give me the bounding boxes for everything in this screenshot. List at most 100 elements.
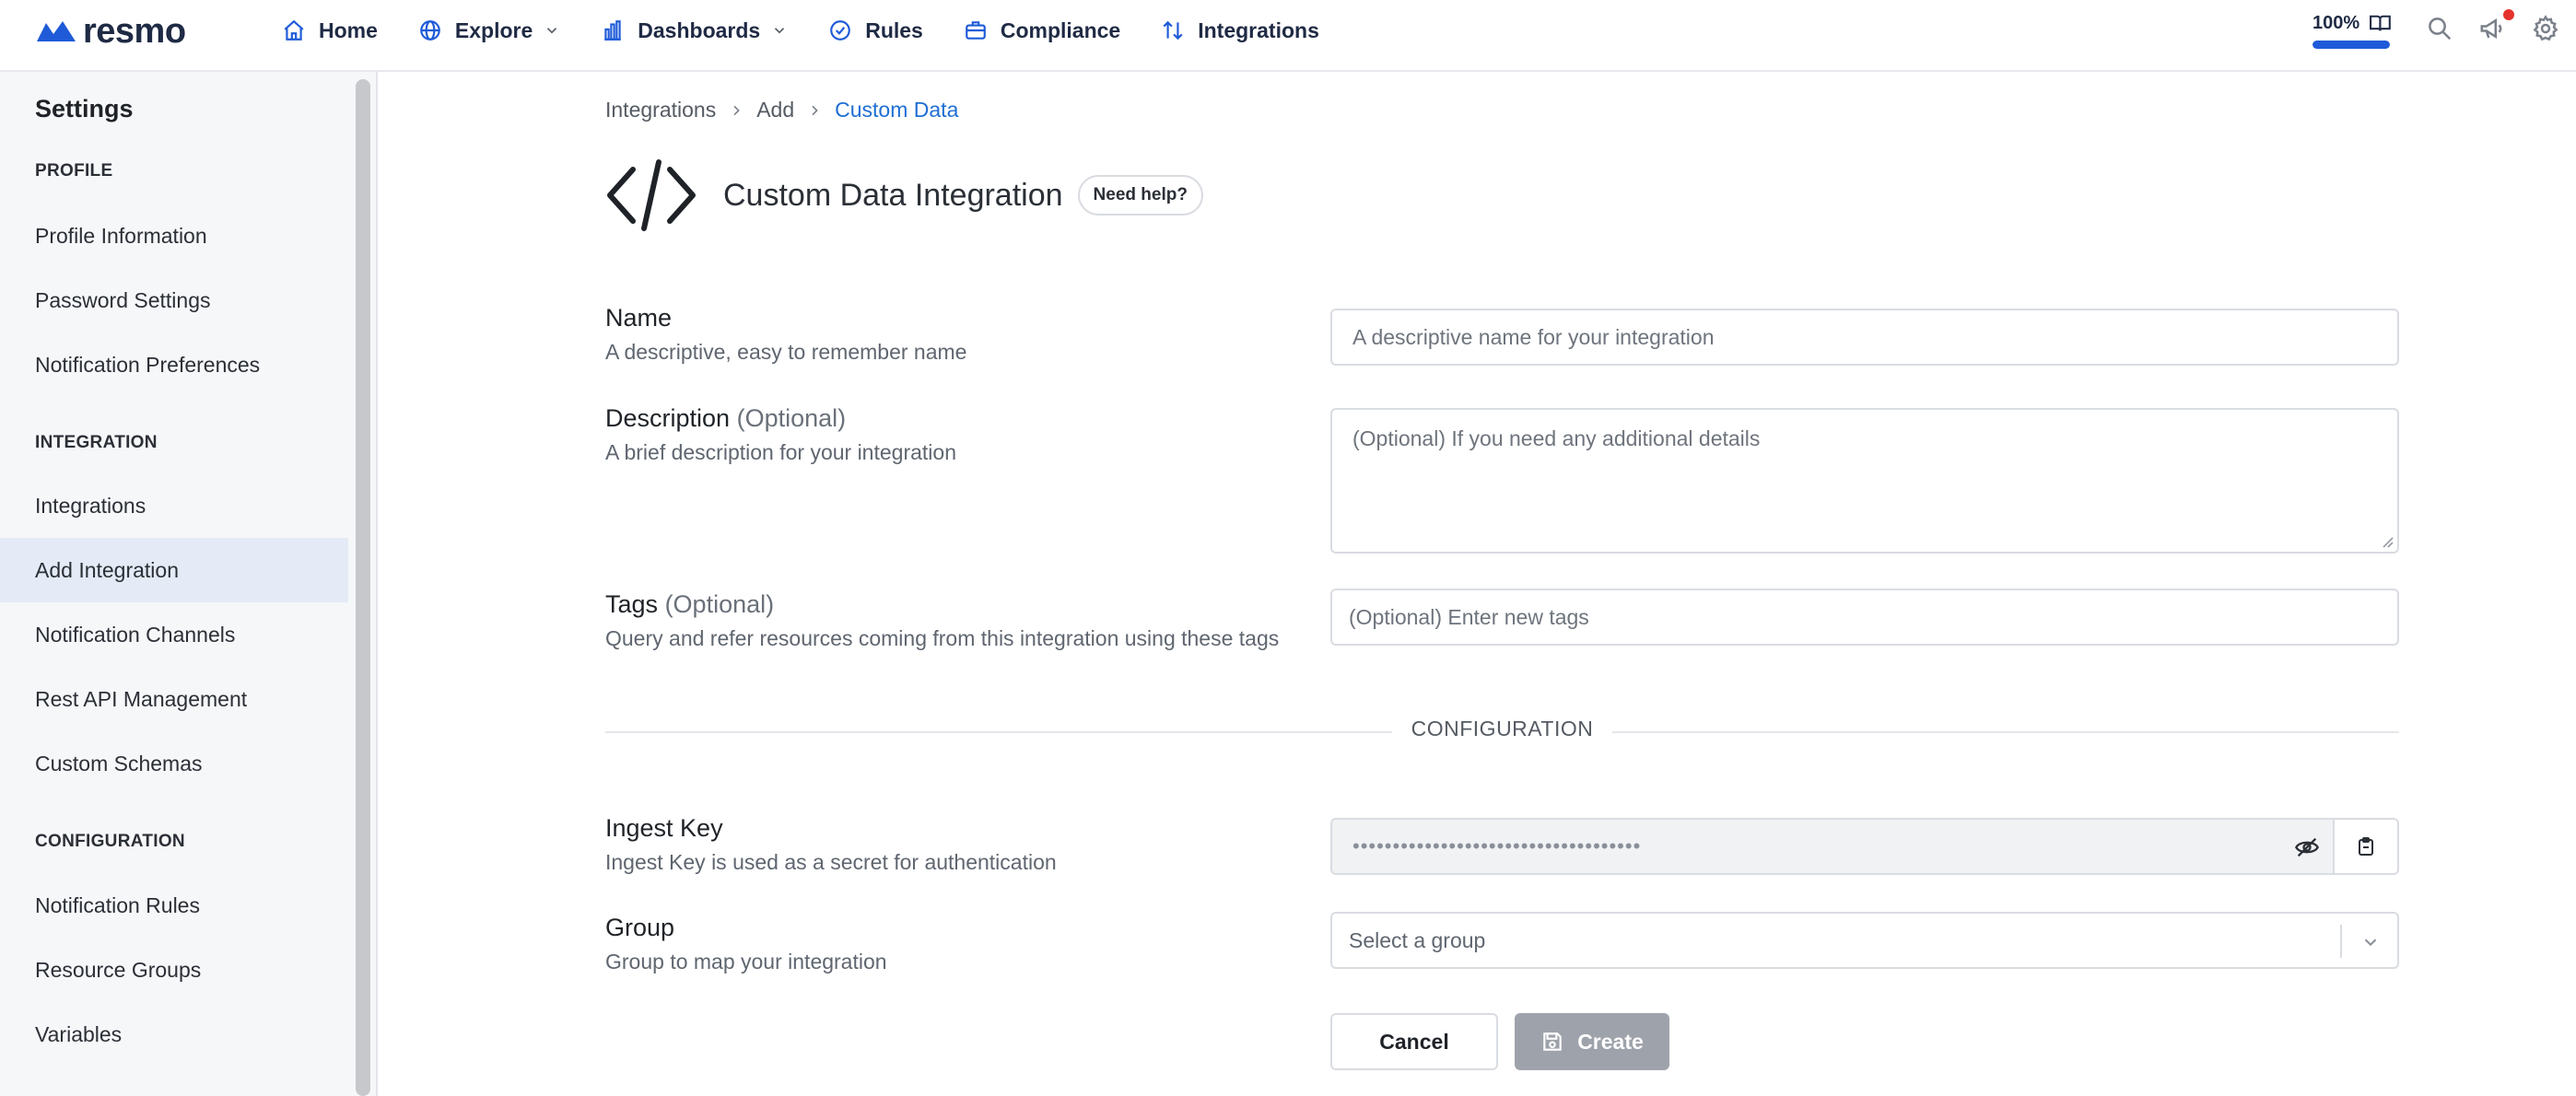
create-label: Create [1577,1029,1644,1054]
breadcrumb: Integrations Add Custom Data [605,98,958,122]
tags-input[interactable]: (Optional) Enter new tags [1330,589,2399,646]
nav-integrations-label: Integrations [1198,17,1319,42]
nav-explore-label: Explore [454,17,533,42]
description-optional: (Optional) [736,404,847,432]
breadcrumb-custom-data: Custom Data [835,98,959,122]
sidebar-item-notification-channels[interactable]: Notification Channels [0,602,348,667]
cancel-button[interactable]: Cancel [1330,1013,1498,1070]
description-description: A brief description for your integration [605,440,956,464]
description-placeholder: (Optional) If you need any additional de… [1352,426,1761,450]
usage-bar-fill [2313,41,2390,49]
nav-dashboards[interactable]: Dashboards [601,18,788,43]
search-icon[interactable] [2426,15,2453,42]
chevron-right-icon [733,105,741,115]
usage-bar [2313,41,2390,49]
page-title: Custom Data Integration [723,177,1063,213]
description-field-label-group: Description (Optional) A brief descripti… [605,404,956,465]
resmo-logo[interactable]: resmo [35,13,186,50]
sidebar-item-rest-api-management[interactable]: Rest API Management [0,667,348,731]
sidebar-title: Settings [35,95,134,122]
top-navigation-bar: resmo Home Explore Dashboards Rules Comp… [0,0,2576,72]
notification-dot [2503,9,2514,20]
tags-optional: (Optional) [664,590,775,618]
configuration-heading: CONFIGURATION [1411,717,1594,740]
nav-home-label: Home [319,17,378,42]
tags-label: Tags [605,590,659,618]
sidebar-item-custom-schemas[interactable]: Custom Schemas [0,731,348,796]
nav-explore[interactable]: Explore [418,18,560,43]
name-label: Name [605,304,673,332]
chevron-right-icon [812,105,818,115]
sidebar-item-integrations[interactable]: Integrations [0,473,348,538]
chevron-down-icon [547,28,557,34]
group-select[interactable]: Select a group [1330,912,2399,969]
megaphone-icon[interactable] [2478,15,2506,42]
sidebar-item-profile-information[interactable]: Profile Information [0,204,348,268]
briefcase-icon [966,21,986,40]
group-label: Group [605,914,675,941]
section-divider-left [605,731,1392,733]
sidebar-item-password-settings[interactable]: Password Settings [0,268,348,332]
description-label: Description [605,404,731,432]
group-label-group: Group Group to map your integration [605,914,887,974]
save-icon [1543,1032,1562,1051]
usage-percent: 100% [2313,12,2360,33]
description-textarea[interactable]: (Optional) If you need any additional de… [1330,408,2399,554]
nav-rules[interactable]: Rules [828,18,923,43]
code-icon [607,159,696,231]
sidebar-item-notification-rules[interactable]: Notification Rules [0,873,348,938]
tags-field-label-group: Tags (Optional) Query and refer resource… [605,590,1279,651]
nav-home[interactable]: Home [282,18,378,43]
sidebar-item-variables[interactable]: Variables [0,1002,348,1067]
arrows-swap-icon [1163,20,1183,41]
chevron-down-icon [2364,939,2377,947]
ingest-key-input[interactable]: •••••••••••••••••••••••••••••••••••• [1330,818,2333,875]
ingest-key-field: •••••••••••••••••••••••••••••••••••• [1330,818,2399,875]
book-icon [2370,15,2391,31]
resmo-logo-mark [37,21,76,41]
sidebar-section-configuration: CONFIGURATION [35,832,185,851]
sidebar-item-resource-groups[interactable]: Resource Groups [0,938,348,1002]
settings-sidebar: Settings PROFILE Profile Information Pas… [0,72,378,1096]
description-label-row: Description (Optional) [605,404,956,433]
ingest-key-description: Ingest Key is used as a secret for authe… [605,850,1057,874]
nav-rules-label: Rules [865,17,923,42]
sidebar-scrollbar[interactable] [356,79,370,1096]
check-circle-icon [830,20,851,41]
nav-compliance-label: Compliance [1000,17,1121,42]
group-description: Group to map your integration [605,950,887,974]
create-button[interactable]: Create [1515,1013,1669,1070]
sidebar-section-profile: PROFILE [35,161,113,181]
breadcrumb-integrations[interactable]: Integrations [605,98,716,122]
breadcrumb-add[interactable]: Add [756,98,794,122]
globe-icon [420,20,440,41]
name-description: A descriptive, easy to remember name [605,340,967,364]
main-nav: Home Explore Dashboards Rules Compliance… [282,13,1360,48]
sidebar-section-integration: INTEGRATION [35,433,158,452]
usage-meter[interactable]: 100% [2313,11,2392,49]
group-select-placeholder: Select a group [1349,927,1486,952]
tags-label-row: Tags (Optional) [605,590,1279,619]
select-separator [2340,925,2342,958]
ingest-key-label: Ingest Key [605,814,723,842]
gear-icon[interactable] [2532,15,2559,42]
sidebar-item-notification-preferences[interactable]: Notification Preferences [0,332,348,397]
chevron-down-icon [775,28,785,34]
clipboard-icon [2359,837,2373,856]
page-header: Custom Data Integration Need help? [605,158,1203,232]
nav-integrations[interactable]: Integrations [1161,18,1319,43]
nav-dashboards-label: Dashboards [638,17,761,42]
need-help-button[interactable]: Need help? [1077,175,1203,216]
name-input[interactable]: A descriptive name for your integration [1330,309,2399,366]
bar-chart-icon [604,20,621,41]
nav-compliance[interactable]: Compliance [964,18,1120,43]
copy-button[interactable] [2333,818,2399,875]
sidebar-item-add-integration[interactable]: Add Integration [0,538,348,602]
ingest-key-masked-value: •••••••••••••••••••••••••••••••••••• [1352,834,1642,857]
tags-description: Query and refer resources coming from th… [605,626,1280,650]
eye-off-icon[interactable] [2294,834,2320,860]
section-divider-right [1612,731,2399,733]
brand-name: resmo [83,12,186,51]
main-content: Integrations Add Custom Data Custom Data… [378,72,2576,1096]
resize-handle-icon[interactable] [2381,535,2394,548]
